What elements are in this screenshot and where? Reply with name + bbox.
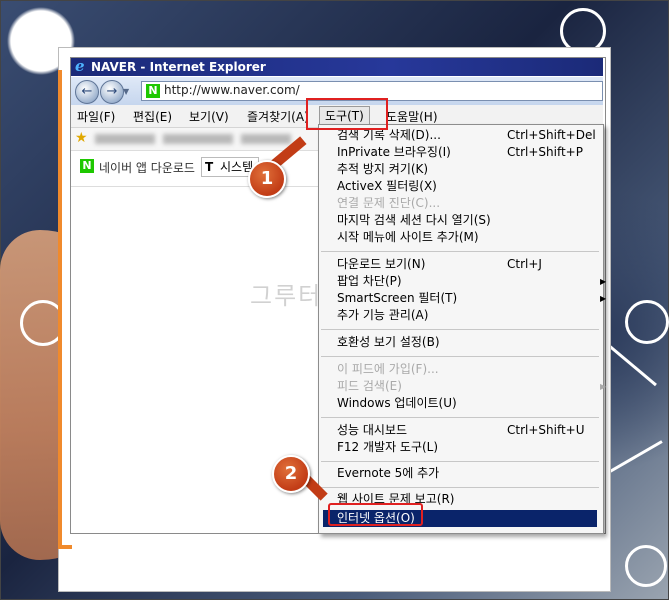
menu-item-label: 호환성 보기 설정(B): [337, 335, 440, 349]
favorites-star-icon[interactable]: ★: [75, 130, 88, 146]
menu-item-label: 팝업 차단(P): [337, 274, 402, 288]
favorite-link[interactable]: [241, 134, 291, 144]
menu-item-label: Evernote 5에 추가: [337, 466, 440, 480]
menu-item-label: 성능 대시보드: [337, 423, 408, 437]
menu-item-label: 시작 메뉴에 사이트 추가(M): [337, 230, 479, 244]
menu-item-label: 연결 문제 진단(C)...: [337, 196, 441, 210]
menu-item-label: 추가 기능 관리(A): [337, 308, 429, 322]
menu-view[interactable]: 보기(V): [189, 108, 229, 125]
menu-separator: [321, 417, 599, 418]
favorite-link[interactable]: [163, 134, 233, 144]
forward-button[interactable]: →: [100, 80, 124, 104]
menu-item-label: 다운로드 보기(N): [337, 257, 426, 271]
menu-item-label: Windows 업데이트(U): [337, 396, 457, 410]
menu-item-label: ActiveX 필터링(X): [337, 179, 437, 193]
menu-item-add-to-start[interactable]: 시작 메뉴에 사이트 추가(M): [337, 229, 599, 246]
menu-item-label: 검색 기록 삭제(D)...: [337, 128, 441, 142]
address-url[interactable]: http://www.naver.com/: [164, 83, 300, 97]
menu-separator: [321, 329, 599, 330]
menu-item-popup-blocker[interactable]: 팝업 차단(P) ▶: [337, 273, 606, 290]
menu-item-diagnose-connection: 연결 문제 진단(C)...: [337, 195, 599, 212]
menu-favorites[interactable]: 즐겨찾기(A): [247, 108, 309, 125]
menu-item-label: InPrivate 브라우징(I): [337, 145, 451, 159]
internet-options-callout-box: [328, 503, 423, 526]
menu-item-label: 마지막 검색 세션 다시 열기(S): [337, 213, 491, 227]
favorite-link[interactable]: [95, 134, 155, 144]
menu-item-view-downloads[interactable]: 다운로드 보기(N) Ctrl+J: [337, 256, 599, 273]
menu-item-developer-tools[interactable]: F12 개발자 도구(L): [337, 439, 599, 456]
watermark: 그루터: [250, 282, 323, 310]
step1-marker: 1: [248, 160, 286, 198]
menu-item-windows-update[interactable]: Windows 업데이트(U): [337, 395, 599, 412]
menu-item-feed-discovery: 피드 검색(E) ▶: [337, 378, 606, 395]
menu-item-evernote[interactable]: Evernote 5에 추가: [337, 465, 599, 482]
naver-app-download-link[interactable]: 네이버 앱 다운로드: [99, 159, 195, 176]
submenu-arrow-icon: ▶: [600, 294, 607, 303]
window-title: NAVER - Internet Explorer: [91, 60, 266, 74]
menu-item-inprivate[interactable]: InPrivate 브라우징(I) Ctrl+Shift+P: [337, 144, 599, 161]
menu-separator: [321, 461, 599, 462]
menu-item-reopen-session[interactable]: 마지막 검색 세션 다시 열기(S): [337, 212, 599, 229]
site-favicon-icon: N: [146, 84, 160, 98]
tools-menu-callout-box: [306, 98, 388, 130]
menu-item-shortcut: Ctrl+Shift+P: [507, 145, 583, 159]
history-dropdown-icon[interactable]: ▼: [123, 87, 129, 96]
menu-item-label: F12 개발자 도구(L): [337, 440, 439, 454]
menu-item-shortcut: Ctrl+J: [507, 257, 542, 271]
menu-help[interactable]: 도움말(H): [386, 108, 438, 125]
back-arrow-icon: ←: [81, 84, 93, 99]
menu-item-label: SmartScreen 필터(T): [337, 291, 458, 305]
menu-item-smartscreen[interactable]: SmartScreen 필터(T) ▶: [337, 290, 606, 307]
menu-item-activex-filtering[interactable]: ActiveX 필터링(X): [337, 178, 599, 195]
title-bar: e NAVER - Internet Explorer: [71, 58, 603, 76]
menu-item-compatibility-view[interactable]: 호환성 보기 설정(B): [337, 334, 599, 351]
menu-item-label: 이 피드에 가입(F)...: [337, 362, 439, 376]
menu-item-tracking-protection[interactable]: 추적 방지 켜기(K): [337, 161, 599, 178]
menu-separator: [321, 356, 599, 357]
tools-dropdown-menu: 검색 기록 삭제(D)... Ctrl+Shift+Del InPrivate …: [318, 124, 606, 534]
menu-item-subscribe-feed: 이 피드에 가입(F)...: [337, 361, 599, 378]
menu-item-manage-addons[interactable]: 추가 기능 관리(A): [337, 307, 599, 324]
forward-arrow-icon: →: [106, 84, 118, 99]
menu-item-shortcut: Ctrl+Shift+U: [507, 423, 585, 437]
background-network-node: [625, 300, 669, 344]
menu-item-label: 피드 검색(E): [337, 379, 402, 393]
text-tool-icon: T: [205, 160, 214, 174]
ie-logo-icon: e: [75, 57, 85, 75]
naver-app-icon: N: [80, 159, 94, 173]
back-button[interactable]: ←: [75, 80, 99, 104]
submenu-arrow-icon: ▶: [600, 277, 607, 286]
menu-separator: [321, 251, 599, 252]
menu-item-shortcut: Ctrl+Shift+Del: [507, 128, 596, 142]
menu-file[interactable]: 파일(F): [77, 108, 115, 125]
background-network-node: [625, 545, 667, 587]
menu-edit[interactable]: 편집(E): [133, 108, 172, 125]
step2-marker: 2: [272, 455, 310, 493]
menu-separator: [321, 487, 599, 488]
menu-item-performance-dashboard[interactable]: 성능 대시보드 Ctrl+Shift+U: [337, 422, 599, 439]
submenu-arrow-icon: ▶: [600, 382, 607, 391]
menu-item-label: 추적 방지 켜기(K): [337, 162, 429, 176]
